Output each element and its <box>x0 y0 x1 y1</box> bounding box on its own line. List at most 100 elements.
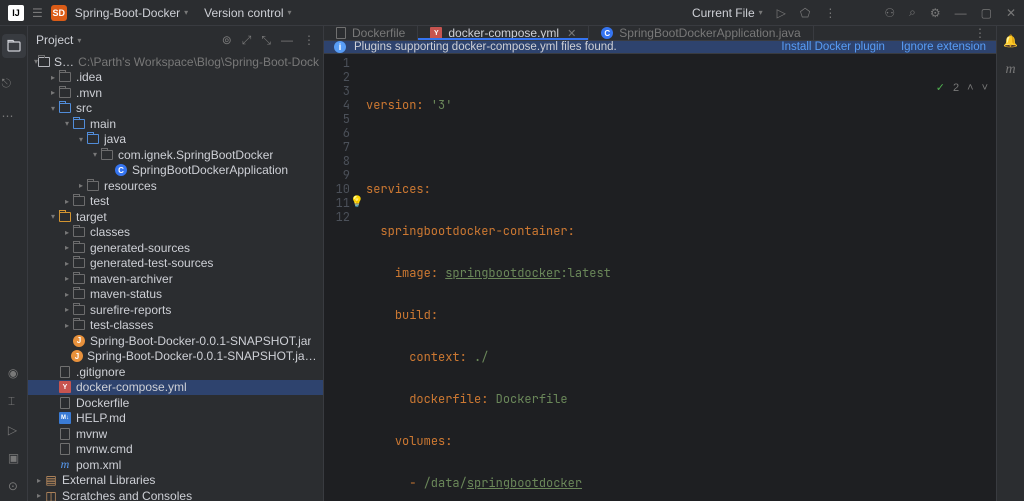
code[interactable]: 💡 version: '3' services: springbootdocke… <box>358 54 996 501</box>
file-icon <box>58 365 72 379</box>
tree-row[interactable]: ▾main <box>28 116 323 132</box>
select-opened-file-icon[interactable]: ⊚ <box>222 33 232 48</box>
maven-tool-icon[interactable]: m <box>1005 62 1015 78</box>
collapse-all-icon[interactable]: ⤡ <box>261 33 271 48</box>
search-icon[interactable]: ⌕ <box>909 5 916 20</box>
tree-row[interactable]: ▸test-classes <box>28 318 323 334</box>
main-menu-icon[interactable]: ☰ <box>32 6 43 20</box>
expand-arrow-icon[interactable]: ▸ <box>62 259 72 268</box>
tree-row[interactable]: ▸generated-test-sources <box>28 256 323 272</box>
run-tool-icon[interactable]: ◉ <box>8 366 19 380</box>
tree-row[interactable]: JSpring-Boot-Docker-0.0.1-SNAPSHOT.jar.o… <box>28 349 323 365</box>
close-tab-icon[interactable]: ✕ <box>567 27 576 40</box>
problems-tool-icon[interactable]: ▣ <box>8 451 19 465</box>
tree-row[interactable]: ▸resources <box>28 178 323 194</box>
minimize-icon[interactable]: — <box>955 6 967 20</box>
structure-tool-icon[interactable]: ⋯ <box>2 109 26 123</box>
tree-item-label: mvnw.cmd <box>76 442 133 456</box>
tree-row[interactable]: ▸maven-archiver <box>28 271 323 287</box>
tree-row[interactable]: ▾src <box>28 101 323 117</box>
expand-arrow-icon[interactable]: ▸ <box>34 491 44 500</box>
run-config-selector[interactable]: Current File ▾ <box>692 6 763 20</box>
tree-row-external-libs[interactable]: ▸ ▤ External Libraries <box>28 473 323 489</box>
project-name-label: Spring-Boot-Docker <box>75 6 180 20</box>
tree-row[interactable]: ▸surefire-reports <box>28 302 323 318</box>
folder-ex-icon <box>58 210 72 224</box>
intention-bulb-icon[interactable]: 💡 <box>350 195 364 209</box>
tree-row[interactable]: ▸.idea <box>28 70 323 86</box>
folder-icon <box>72 318 86 332</box>
tab-more-icon[interactable]: ⋮ <box>974 26 986 40</box>
editor-tab[interactable]: CSpringBootDockerApplication.java <box>589 26 813 40</box>
chevron-down-icon[interactable]: ▾ <box>77 36 81 45</box>
tree-row[interactable]: ▸generated-sources <box>28 240 323 256</box>
settings-icon[interactable]: ⚙ <box>930 6 941 20</box>
maximize-icon[interactable]: ▢ <box>981 6 992 20</box>
expand-arrow-icon[interactable]: ▸ <box>48 73 58 82</box>
folder-icon <box>100 148 114 162</box>
tree-row[interactable]: ▾java <box>28 132 323 148</box>
debug-icon[interactable]: ⬠ <box>800 6 810 20</box>
expand-arrow-icon[interactable]: ▾ <box>76 135 86 144</box>
tree-row[interactable]: mpom.xml <box>28 457 323 473</box>
tree-row[interactable]: ▾target <box>28 209 323 225</box>
jar-icon: J <box>72 334 86 348</box>
scratches-label: Scratches and Consoles <box>62 489 192 501</box>
tree-row[interactable]: J Spring-Boot-Docker-0.0.1-SNAPSHOT.jar <box>28 333 323 349</box>
notifications-icon[interactable]: 🔔 <box>1003 34 1018 48</box>
project-tool-icon[interactable] <box>2 34 26 58</box>
expand-arrow-icon[interactable]: ▸ <box>62 228 72 237</box>
hide-panel-icon[interactable]: — <box>281 33 293 48</box>
ignore-extension-link[interactable]: Ignore extension <box>901 41 986 53</box>
vcs-selector[interactable]: Version control ▾ <box>204 6 291 20</box>
tree-row[interactable]: mvnw.cmd <box>28 442 323 458</box>
tree-row[interactable]: Dockerfile <box>28 395 323 411</box>
tree-row[interactable]: M↓HELP.md <box>28 411 323 427</box>
expand-arrow-icon[interactable]: ▸ <box>62 290 72 299</box>
editor-tab[interactable]: Dockerfile <box>324 26 418 40</box>
expand-arrow-icon[interactable]: ▸ <box>62 274 72 283</box>
install-plugin-link[interactable]: Install Docker plugin <box>781 41 885 53</box>
project-selector[interactable]: Spring-Boot-Docker ▾ <box>75 6 188 20</box>
project-tree-title: Project <box>36 33 73 47</box>
expand-arrow-icon[interactable]: ▸ <box>34 476 44 485</box>
expand-arrow-icon[interactable]: ▸ <box>76 181 86 190</box>
commit-tool-icon[interactable]: ⎋ <box>2 76 26 91</box>
folder-icon <box>58 86 72 100</box>
collaborate-icon[interactable]: ⚇ <box>884 6 895 20</box>
expand-arrow-icon[interactable]: ▸ <box>48 88 58 97</box>
tree-row-root[interactable]: ▾ Spring-Boot-Docker C:\Parth's Workspac… <box>28 54 323 70</box>
tree-row[interactable]: mvnw <box>28 426 323 442</box>
build-tool-icon[interactable]: ⊙ <box>8 479 19 493</box>
expand-arrow-icon[interactable]: ▾ <box>48 104 58 113</box>
editor-tab[interactable]: Ydocker-compose.yml✕ <box>418 26 589 40</box>
terminal-tool-icon[interactable]: ⌶ <box>8 394 19 409</box>
run-icon[interactable]: ▷ <box>777 6 786 20</box>
expand-arrow-icon[interactable]: ▾ <box>62 119 72 128</box>
expand-arrow-icon[interactable]: ▸ <box>62 321 72 330</box>
editor-body[interactable]: 123456789101112 💡 version: '3' services:… <box>324 54 996 501</box>
tree-row[interactable]: ▸.mvn <box>28 85 323 101</box>
expand-all-icon[interactable]: ⤢ <box>242 33 252 48</box>
tree-row[interactable]: ▾com.ignek.SpringBootDocker <box>28 147 323 163</box>
close-window-icon[interactable]: ✕ <box>1006 6 1016 20</box>
tree-item-label: Spring-Boot-Docker-0.0.1-SNAPSHOT.jar <box>90 334 311 348</box>
volume-ref[interactable]: springbootdocker <box>467 475 582 491</box>
tree-row[interactable]: ▸test <box>28 194 323 210</box>
services-tool-icon[interactable]: ▷ <box>8 423 19 437</box>
panel-options-icon[interactable]: ⋮ <box>303 33 315 48</box>
more-icon[interactable]: ⋮ <box>824 6 836 20</box>
tree-row[interactable]: Ydocker-compose.yml <box>28 380 323 396</box>
expand-arrow-icon[interactable]: ▾ <box>48 212 58 221</box>
tree-row[interactable]: .gitignore <box>28 364 323 380</box>
expand-arrow-icon[interactable]: ▾ <box>90 150 100 159</box>
expand-arrow-icon[interactable]: ▸ <box>62 197 72 206</box>
tree-row[interactable]: CSpringBootDockerApplication <box>28 163 323 179</box>
expand-arrow-icon[interactable]: ▸ <box>62 305 72 314</box>
tree-row[interactable]: ▸maven-status <box>28 287 323 303</box>
tree-row-scratches[interactable]: ▸ ◫ Scratches and Consoles <box>28 488 323 501</box>
expand-arrow-icon[interactable]: ▸ <box>62 243 72 252</box>
yaml-key: springbootdocker-container <box>380 223 567 239</box>
tree-row[interactable]: ▸classes <box>28 225 323 241</box>
image-ref[interactable]: springbootdocker <box>445 265 560 281</box>
